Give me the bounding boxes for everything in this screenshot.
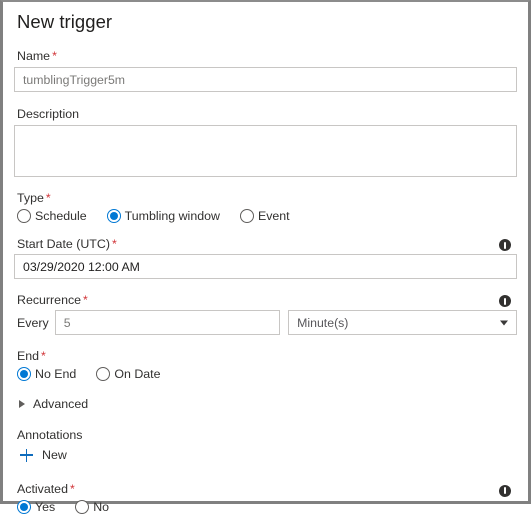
annotations-label: Annotations	[17, 428, 83, 442]
info-icon[interactable]	[499, 295, 511, 307]
chevron-down-icon	[500, 320, 508, 325]
new-trigger-panel: New trigger Name* Description Type* Sche…	[0, 0, 531, 514]
radio-circle-icon	[17, 209, 31, 223]
radio-circle-selected-icon	[106, 209, 121, 223]
required-asterisk: *	[45, 191, 51, 205]
radio-type-schedule[interactable]: Schedule	[17, 209, 87, 223]
radio-activated-yes[interactable]: Yes	[17, 500, 55, 514]
activated-label-row: Activated *	[14, 481, 517, 500]
radio-type-tumbling-window[interactable]: Tumbling window	[106, 209, 220, 223]
radio-circle-selected-icon	[17, 367, 31, 381]
radio-circle-icon	[239, 209, 254, 223]
info-icon[interactable]	[499, 484, 511, 497]
radio-label: No End	[35, 367, 77, 381]
type-field-group: Type * Schedule Tumbling window Event	[14, 190, 517, 223]
start-date-field-group: Start Date (UTC) *	[14, 236, 517, 279]
activated-field-group: Activated * Yes No	[14, 481, 517, 514]
radio-label: Yes	[35, 500, 56, 514]
add-annotation-label: New	[42, 448, 67, 462]
start-date-input[interactable]	[14, 254, 517, 279]
required-asterisk: *	[111, 237, 117, 251]
name-label: Name *	[17, 49, 57, 63]
radio-label: No	[93, 500, 110, 514]
advanced-toggle[interactable]: Advanced	[14, 397, 517, 411]
radio-end-no-end[interactable]: No End	[17, 367, 76, 381]
recurrence-unit-select[interactable]: Minute(s)	[288, 310, 517, 335]
advanced-label: Advanced	[33, 397, 89, 411]
radio-circle-icon	[96, 367, 111, 381]
annotations-field-group: Annotations New	[14, 427, 517, 462]
recurrence-interval-input[interactable]	[54, 310, 281, 335]
radio-circle-selected-icon	[17, 500, 31, 514]
radio-type-event[interactable]: Event	[239, 209, 290, 223]
description-label: Description	[17, 107, 79, 121]
recurrence-field-group: Recurrence* Every Minute(s)	[14, 292, 517, 335]
every-label: Every	[17, 315, 49, 330]
type-radio-group: Schedule Tumbling window Event	[14, 209, 517, 223]
end-radio-group: No End On Date	[14, 367, 517, 381]
activated-radio-group: Yes No	[14, 500, 517, 514]
start-date-label: Start Date (UTC) *	[17, 237, 117, 251]
recurrence-unit-value: Minute(s)	[297, 315, 349, 330]
required-asterisk: *	[52, 49, 57, 63]
triangle-right-icon	[19, 400, 25, 408]
radio-label: Tumbling window	[124, 209, 220, 223]
description-field-group: Description	[14, 106, 517, 177]
plus-icon	[20, 448, 33, 462]
required-asterisk: *	[69, 482, 75, 496]
end-label: End *	[17, 349, 46, 363]
radio-label: Event	[257, 209, 290, 223]
recurrence-label: Recurrence *	[17, 293, 88, 307]
recurrence-controls: Every Minute(s)	[14, 310, 517, 335]
type-label: Type *	[17, 191, 51, 205]
recurrence-label-row: Recurrence *	[14, 292, 517, 310]
radio-label: Schedule	[35, 209, 87, 223]
radio-circle-icon	[75, 500, 90, 514]
activated-label: Activated *	[17, 482, 75, 496]
description-textarea[interactable]	[14, 125, 517, 177]
add-annotation-button[interactable]: New	[14, 448, 517, 462]
required-asterisk: *	[83, 293, 88, 307]
radio-label: On Date	[114, 367, 161, 381]
end-field-group: End * No End On Date	[14, 348, 517, 381]
page-title: New trigger	[17, 11, 113, 32]
start-date-label-row: Start Date (UTC) *	[14, 236, 517, 254]
radio-activated-no[interactable]: No	[75, 500, 109, 514]
radio-end-on-date[interactable]: On Date	[96, 367, 161, 381]
info-icon[interactable]	[499, 239, 511, 251]
required-asterisk: *	[41, 349, 46, 363]
name-input[interactable]	[14, 67, 517, 92]
name-field-group: Name *	[14, 48, 517, 92]
